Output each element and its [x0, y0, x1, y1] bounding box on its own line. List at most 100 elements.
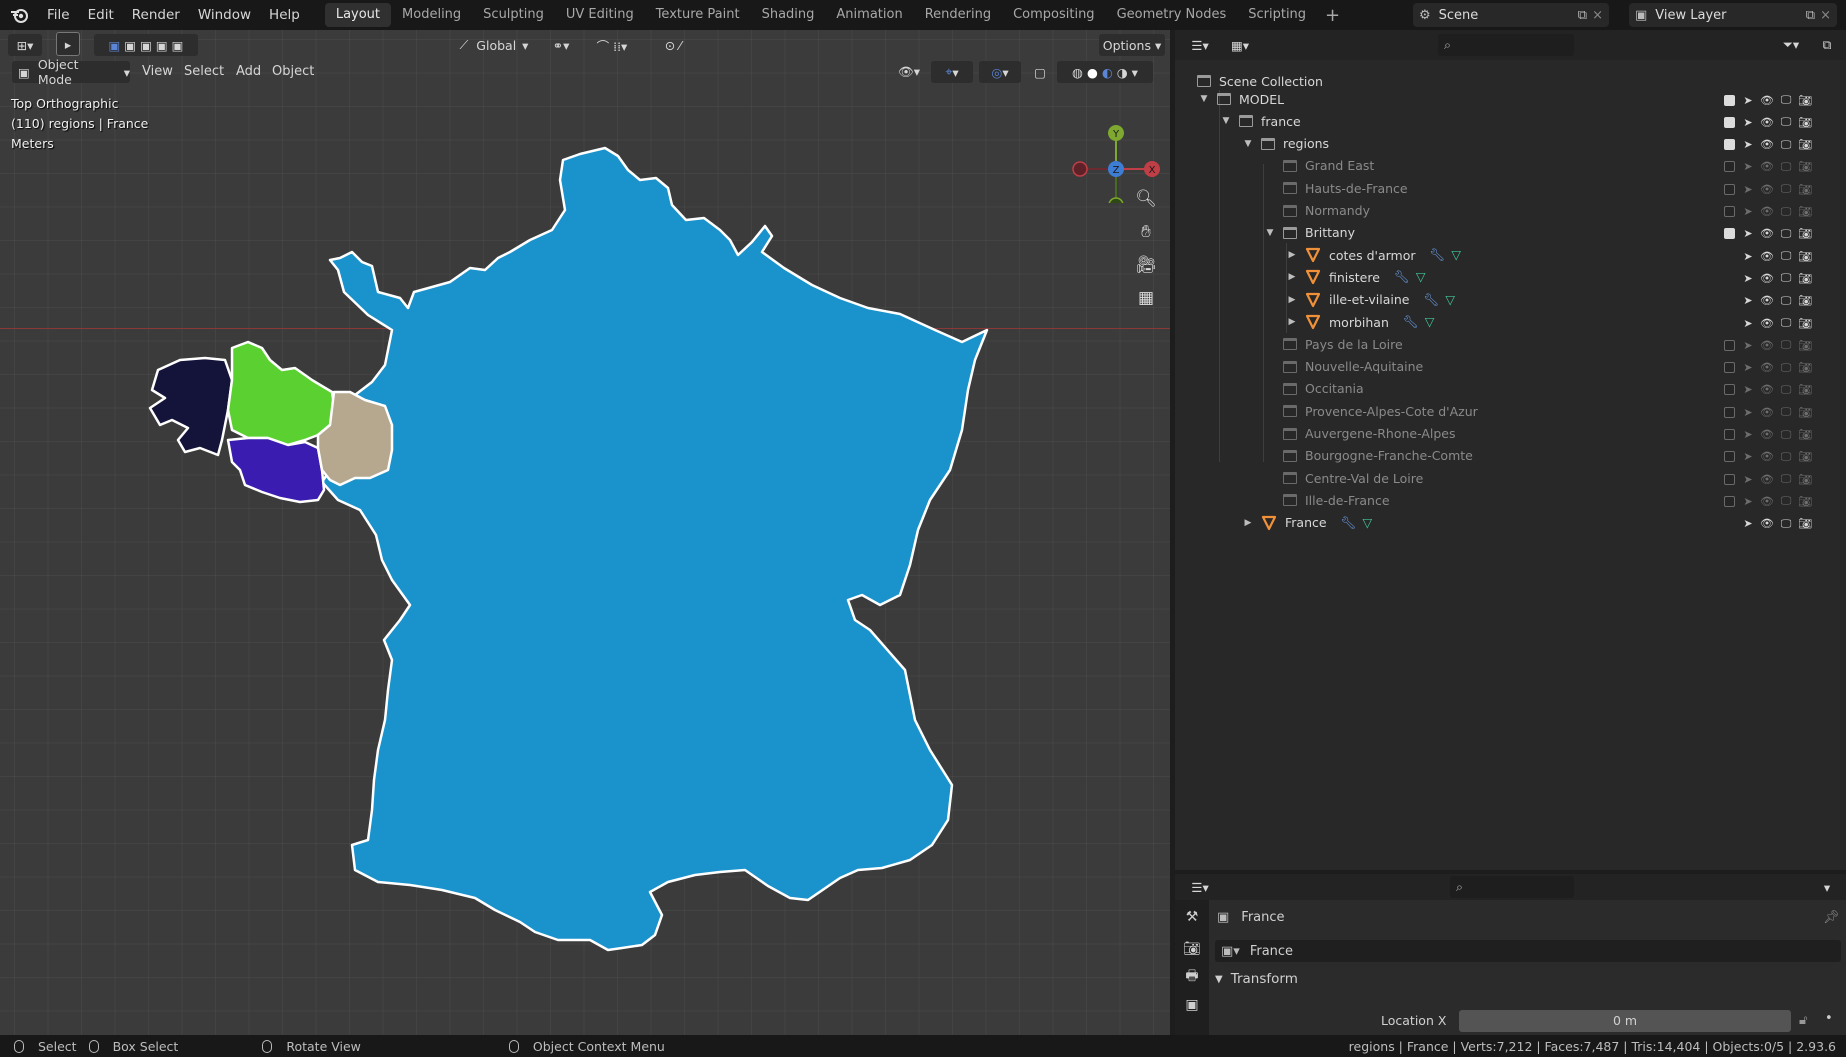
selectable-arrow-icon[interactable]: ➤ — [1741, 138, 1755, 152]
eye-visibility-icon[interactable]: 👁︎ — [1760, 205, 1774, 219]
tab-texture-paint[interactable]: Texture Paint — [645, 3, 751, 27]
render-camera-icon[interactable]: 📷︎ — [1798, 160, 1812, 174]
selectable-arrow-icon[interactable]: ➤ — [1741, 472, 1755, 486]
eye-visibility-icon[interactable]: 👁︎ — [1760, 428, 1774, 442]
outliner-row-object[interactable]: ▶ France 🔧︎ ▽ ➤ 👁︎ 🖵︎ 📷︎ — [1175, 512, 1846, 534]
menu-window[interactable]: Window — [189, 3, 260, 27]
exclude-checkbox[interactable] — [1722, 115, 1736, 129]
exclude-checkbox[interactable] — [1722, 450, 1736, 464]
modifier-wrench-icon[interactable]: 🔧︎ — [1341, 515, 1357, 531]
viewport-monitor-icon[interactable]: 🖵︎ — [1779, 227, 1793, 241]
outliner-row-collection[interactable]: ▼ MODEL ➤ 👁︎ 🖵︎ 📷︎ — [1175, 88, 1846, 110]
expand-arrow-icon[interactable]: ▼ — [1241, 139, 1255, 149]
viewport-monitor-icon[interactable]: 🖵︎ — [1779, 205, 1793, 219]
selectable-arrow-icon[interactable]: ➤ — [1741, 115, 1755, 129]
viewport-monitor-icon[interactable]: 🖵︎ — [1779, 115, 1793, 129]
viewport-monitor-icon[interactable]: 🖵︎ — [1779, 138, 1793, 152]
keyframe-dot-icon[interactable]: • — [1825, 1011, 1833, 1026]
render-camera-icon[interactable]: 📷︎ — [1798, 93, 1812, 107]
exclude-checkbox[interactable] — [1722, 383, 1736, 397]
tab-compositing[interactable]: Compositing — [1002, 3, 1106, 27]
outliner-row-collection[interactable]: Ille-de-France ➤ 👁︎ 🖵︎ 📷︎ — [1175, 489, 1846, 511]
tab-animation[interactable]: Animation — [825, 3, 913, 27]
render-tab-icon[interactable]: 📷︎ — [1181, 938, 1203, 960]
viewport-monitor-icon[interactable]: 🖵︎ — [1779, 383, 1793, 397]
expand-arrow-icon[interactable]: ▼ — [1219, 116, 1233, 126]
modifier-wrench-icon[interactable]: 🔧︎ — [1423, 292, 1439, 308]
exclude-checkbox[interactable] — [1722, 428, 1736, 442]
outliner-row-collection[interactable]: Centre-Val de Loire ➤ 👁︎ 🖵︎ 📷︎ — [1175, 467, 1846, 489]
perspective-grid-icon[interactable]: ▦ — [1134, 286, 1158, 310]
eye-visibility-icon[interactable]: 👁︎ — [1760, 138, 1774, 152]
tab-layout[interactable]: Layout — [324, 3, 392, 27]
chevron-down-icon[interactable]: ▾ — [1815, 876, 1839, 898]
tab-geometry-nodes[interactable]: Geometry Nodes — [1106, 3, 1238, 27]
tab-sculpting[interactable]: Sculpting — [472, 3, 555, 27]
eye-visibility-icon[interactable]: 👁︎ — [1760, 249, 1774, 263]
exclude-checkbox[interactable] — [1722, 494, 1736, 508]
finistere-region-mesh[interactable] — [148, 356, 234, 457]
pan-hand-icon[interactable]: ✋︎ — [1134, 220, 1158, 244]
tab-rendering[interactable]: Rendering — [914, 3, 1002, 27]
display-mode-icon[interactable]: ▦▾ — [1225, 34, 1255, 56]
outliner-row-collection[interactable]: Nouvelle-Aquitaine ➤ 👁︎ 🖵︎ 📷︎ — [1175, 356, 1846, 378]
modifier-wrench-icon[interactable]: 🔧︎ — [1430, 247, 1446, 263]
eye-visibility-icon[interactable]: 👁︎ — [1760, 115, 1774, 129]
exclude-checkbox[interactable] — [1722, 160, 1736, 174]
render-camera-icon[interactable]: 📷︎ — [1798, 450, 1812, 464]
exclude-checkbox[interactable] — [1722, 472, 1736, 486]
exclude-checkbox[interactable] — [1722, 361, 1736, 375]
mesh-data-icon[interactable]: ▽ — [1451, 247, 1461, 263]
render-camera-icon[interactable]: 📷︎ — [1798, 316, 1812, 330]
exclude-checkbox[interactable] — [1722, 405, 1736, 419]
filter-icon[interactable]: ⏷▾ — [1773, 34, 1809, 56]
morbihan-region-mesh[interactable] — [226, 436, 326, 504]
viewport-monitor-icon[interactable]: 🖵︎ — [1779, 182, 1793, 196]
outliner-search-input[interactable]: ⌕ — [1438, 34, 1574, 56]
viewport-monitor-icon[interactable]: 🖵︎ — [1779, 517, 1793, 531]
render-camera-icon[interactable]: 📷︎ — [1798, 405, 1812, 419]
selectable-arrow-icon[interactable]: ➤ — [1741, 494, 1755, 508]
object-name-field[interactable]: ▣▾ France — [1215, 940, 1841, 962]
menu-help[interactable]: Help — [260, 3, 309, 27]
outliner-row-collection[interactable]: Grand East ➤ 👁︎ 🖵︎ 📷︎ — [1175, 155, 1846, 177]
blender-logo-icon[interactable] — [6, 2, 32, 28]
viewport-monitor-icon[interactable]: 🖵︎ — [1779, 316, 1793, 330]
exclude-checkbox[interactable] — [1722, 182, 1736, 196]
viewport-monitor-icon[interactable]: 🖵︎ — [1779, 450, 1793, 464]
render-camera-icon[interactable]: 📷︎ — [1798, 517, 1812, 531]
exclude-checkbox[interactable] — [1722, 138, 1736, 152]
outliner-row-collection[interactable]: Pays de la Loire ➤ 👁︎ 🖵︎ 📷︎ — [1175, 333, 1846, 355]
delete-scene-icon[interactable]: × — [1592, 8, 1603, 23]
collapse-arrow-icon[interactable]: ▶ — [1285, 250, 1299, 260]
selectable-arrow-icon[interactable]: ➤ — [1741, 294, 1755, 308]
viewport-monitor-icon[interactable]: 🖵︎ — [1779, 494, 1793, 508]
exclude-checkbox[interactable] — [1722, 205, 1736, 219]
exclude-checkbox[interactable] — [1722, 338, 1736, 352]
new-scene-icon[interactable]: ⧉ — [1578, 8, 1587, 23]
render-camera-icon[interactable]: 📷︎ — [1798, 494, 1812, 508]
collapse-arrow-icon[interactable]: ▶ — [1285, 295, 1299, 305]
outliner-row-collection[interactable]: Normandy ➤ 👁︎ 🖵︎ 📷︎ — [1175, 200, 1846, 222]
outliner-row-collection[interactable]: Auvergene-Rhone-Alpes ➤ 👁︎ 🖵︎ 📷︎ — [1175, 423, 1846, 445]
selectable-arrow-icon[interactable]: ➤ — [1741, 383, 1755, 397]
render-camera-icon[interactable]: 📷︎ — [1798, 271, 1812, 285]
viewport-monitor-icon[interactable]: 🖵︎ — [1779, 428, 1793, 442]
collapse-arrow-icon[interactable]: ▶ — [1285, 317, 1299, 327]
lock-icon[interactable]: 🔓︎ — [1799, 1013, 1807, 1028]
selectable-arrow-icon[interactable]: ➤ — [1741, 271, 1755, 285]
render-camera-icon[interactable]: 📷︎ — [1798, 182, 1812, 196]
france-region-mesh[interactable] — [320, 146, 989, 952]
outliner-row-object[interactable]: ▶ morbihan 🔧︎ ▽ ➤ 👁︎ 🖵︎ 📷︎ — [1175, 311, 1846, 333]
eye-visibility-icon[interactable]: 👁︎ — [1760, 338, 1774, 352]
pin-icon[interactable]: 📌︎ — [1823, 910, 1840, 925]
render-camera-icon[interactable]: 📷︎ — [1798, 249, 1812, 263]
viewport-monitor-icon[interactable]: 🖵︎ — [1779, 472, 1793, 486]
new-collection-icon[interactable]: ⧉ — [1815, 34, 1839, 56]
exclude-checkbox[interactable] — [1722, 227, 1736, 241]
viewport-monitor-icon[interactable]: 🖵︎ — [1779, 271, 1793, 285]
eye-visibility-icon[interactable]: 👁︎ — [1760, 472, 1774, 486]
viewport-monitor-icon[interactable]: 🖵︎ — [1779, 93, 1793, 107]
viewport-monitor-icon[interactable]: 🖵︎ — [1779, 338, 1793, 352]
menu-render[interactable]: Render — [123, 3, 189, 27]
